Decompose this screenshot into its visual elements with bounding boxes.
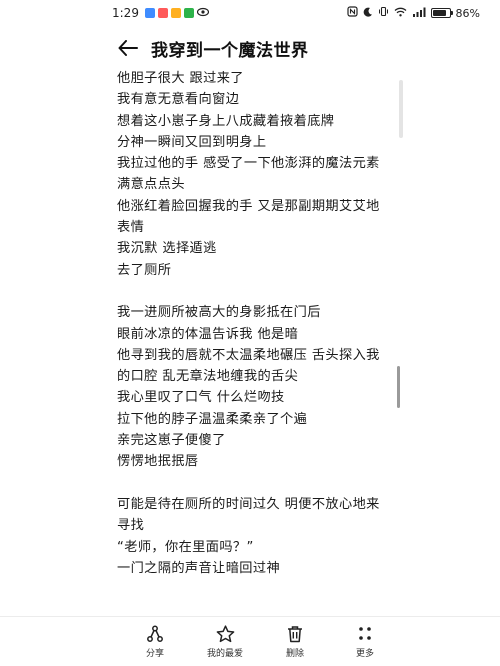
text-line: 愣愣地抿抿唇 [117,454,199,470]
bottom-action-bar: 分享 我的最爱 删除 更多 [0,616,500,666]
status-time: 1:29 [112,6,139,20]
text-line: 想着这小崽子身上八成藏着掖着底牌 [117,113,335,129]
delete-label: 删除 [285,648,304,659]
share-button[interactable]: 分享 [120,617,190,666]
text-line: 眼前冰凉的体温告诉我 他是暗 [117,326,299,342]
text-line: 他胆子很大 跟过来了 [117,71,244,86]
status-bar: 1:29 86% [0,0,500,26]
favorite-button[interactable]: 我的最爱 [190,617,260,666]
text-line: 拉下他的脖子温温柔柔亲了个遍 [117,411,308,427]
delete-button[interactable]: 删除 [260,617,330,666]
text-line: 他涨红着脸回握我的手 又是那副期期艾艾地 [117,198,380,214]
text-line: 我沉默 选择遁逃 [117,241,217,257]
text-line: 我拉过他的手 感受了一下他澎湃的魔法元素 [117,156,380,172]
app-notification-icon [144,8,155,18]
moon-icon [363,7,373,20]
text-line: 表情 [117,220,145,236]
app-notification-icon [183,8,194,18]
text-line: “老师，你在里面吗？” [117,539,254,555]
text-line: 分神一瞬间又回到明身上 [117,134,267,150]
nfc-icon [346,6,358,20]
header: 我穿到一个魔法世界 [0,30,500,66]
eye-icon [196,6,210,20]
edge-handle [399,80,403,138]
page-title: 我穿到一个魔法世界 [151,40,309,61]
text-line: 去了厕所 [117,262,172,278]
more-button[interactable]: 更多 [330,617,400,666]
text-line: 亲完这崽子便傻了 [117,433,226,449]
text-line: 可能是待在厕所的时间过久 明便不放心地来 [117,496,380,512]
battery-icon [430,8,453,18]
share-icon [146,625,164,643]
text-line: 我有意无意看向窗边 [117,92,240,108]
signal-icon [412,7,426,20]
text-line: 满意点点头 [117,177,185,193]
battery-text: 86% [455,6,480,20]
more-label: 更多 [355,648,374,659]
text-line: 我心里叹了口气 什么烂吻技 [117,390,285,406]
scrollbar[interactable] [397,366,400,408]
share-label: 分享 [145,648,164,659]
star-icon [216,624,235,643]
back-arrow-icon[interactable] [115,35,141,61]
status-right: 86% [346,6,480,20]
text-line: 他寻到我的唇就不太温柔地碾压 舌头探入我 [117,347,380,363]
app-notification-icon [157,8,168,18]
notification-icons [144,6,210,20]
text-line: 寻找 [117,518,145,534]
vibrate-icon [378,6,389,20]
status-left: 1:29 [112,6,210,20]
favorite-label: 我的最爱 [206,648,243,659]
trash-icon [287,625,303,643]
text-line: 的口腔 乱无章法地缠我的舌尖 [117,369,299,385]
app-notification-icon [170,8,181,18]
text-line: 一门之隔的声音让暗回过神 [117,560,281,576]
wifi-icon [394,7,407,20]
note-content[interactable]: 他胆子很大 跟过来了 我有意无意看向窗边想着这小崽子身上八成藏着掖着底牌 分神一瞬间… [117,68,392,579]
more-dots-icon [357,625,373,643]
text-line: 我一进厕所被高大的身影抵在门后 [117,305,321,321]
